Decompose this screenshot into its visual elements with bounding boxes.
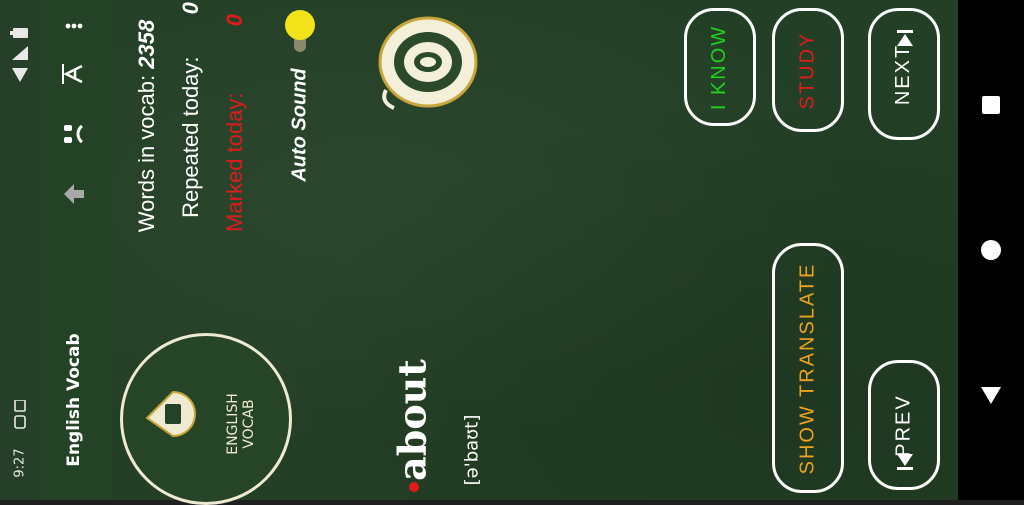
show-translate-label: SHOW TRANSLATE [796,262,819,474]
book-pin-icon [145,390,196,438]
skip-next-icon [897,30,913,46]
home-button[interactable] [981,240,1001,260]
logo-text: ENGLISH VOCAB [225,393,257,455]
study-button[interactable]: STUDY [772,8,844,132]
card-word: about [389,359,435,481]
card-transcription: [ə'baʊt] [461,414,483,486]
words-value: 2358 [134,19,159,69]
recents-button[interactable] [982,96,1000,114]
auto-sound-label: Auto Sound [288,68,311,182]
battery-icon [10,28,28,38]
i-know-label: I KNOW [708,24,731,110]
prev-label: PREV [892,393,915,457]
app-logo: ENGLISH VOCAB [120,333,292,505]
stat-words: Words in vocab: 2358 [134,20,160,232]
repeated-value: 0 [178,2,203,15]
app-title: English Vocab [64,333,84,467]
stat-marked: Marked today: 0 [222,14,248,232]
i-know-button[interactable]: I KNOW [684,8,756,126]
study-label: STUDY [796,31,819,109]
signal-icon [12,46,28,60]
toggle-knob [285,10,315,40]
sim-icon [14,400,26,429]
more-vert-icon[interactable] [62,14,86,38]
stat-repeated: Repeated today: 0 [178,2,204,218]
status-bar: 9:27 [0,0,40,500]
back-button[interactable] [980,384,1002,406]
text-size-icon[interactable] [62,62,86,86]
back-arrow-icon[interactable] [62,182,86,206]
marked-value: 0 [222,14,247,27]
wifi-icon [12,68,28,82]
status-time: 9:27 [12,448,28,478]
skip-prev-icon [897,454,913,470]
auto-sound-toggle[interactable] [285,10,315,54]
app-toolbar: English Vocab [40,0,112,500]
marked-dot [409,482,419,492]
repeated-label: Repeated today: [178,56,203,218]
speaker-icon[interactable] [366,6,496,114]
headphones-icon[interactable] [62,122,86,146]
next-label: NEXT [892,43,915,105]
show-translate-button[interactable]: SHOW TRANSLATE [772,243,844,493]
words-label: Words in vocab: [134,74,159,233]
system-nav-bar [958,0,1024,500]
marked-label: Marked today: [222,92,247,232]
logo-line2: VOCAB [241,399,257,449]
logo-line1: ENGLISH [225,393,241,455]
